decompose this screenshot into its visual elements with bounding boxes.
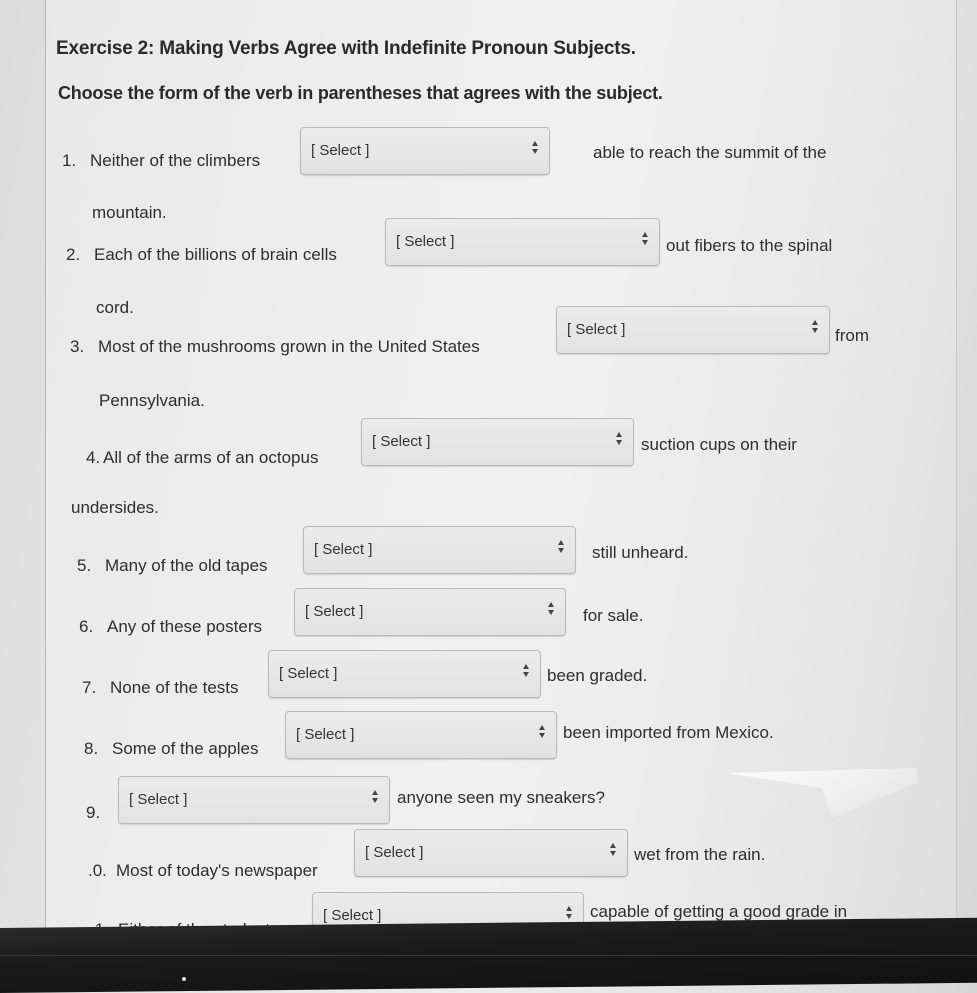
select-value: [ Select ] <box>311 142 370 159</box>
question-2-number: 2. <box>66 245 81 264</box>
question-3-text: Most of the mushrooms grown in the Unite… <box>98 337 480 356</box>
select-value: [ Select ] <box>296 726 355 743</box>
question-10-number: .0. <box>88 861 107 880</box>
question-8-text: Some of the apples <box>112 739 259 758</box>
question-1-text: Neither of the climbers <box>90 151 261 170</box>
question-4-after: suction cups on their <box>641 435 797 454</box>
question-3-number: 3. <box>70 337 85 356</box>
question-7-text: None of the tests <box>110 678 239 697</box>
select-arrows-icon <box>609 843 617 859</box>
select-value: [ Select ] <box>365 844 424 861</box>
question-10-after: wet from the rain. <box>634 845 766 864</box>
select-arrows-icon <box>522 664 530 680</box>
question-8-select[interactable]: [ Select ] <box>285 711 557 759</box>
select-value: [ Select ] <box>323 907 382 924</box>
question-3-select[interactable]: [ Select ] <box>556 306 830 354</box>
select-value: [ Select ] <box>129 791 188 808</box>
bezel-edge <box>0 955 977 956</box>
select-value: [ Select ] <box>567 321 626 338</box>
question-6-number: 6. <box>79 617 94 636</box>
select-value: [ Select ] <box>372 433 431 450</box>
question-5-number: 5. <box>77 556 92 575</box>
question-5-select[interactable]: [ Select ] <box>303 526 576 574</box>
question-1-number: 1. <box>62 151 77 170</box>
exercise-title: Exercise 2: Making Verbs Agree with Inde… <box>56 38 636 59</box>
select-arrows-icon <box>615 432 623 448</box>
question-10-select[interactable]: [ Select ] <box>354 829 628 877</box>
select-arrows-icon <box>371 790 379 806</box>
question-2-after: out fibers to the spinal <box>666 236 833 255</box>
question-3-after: from <box>835 326 869 345</box>
question-9-number: 9. <box>86 803 101 822</box>
question-5-after: still unheard. <box>592 543 689 562</box>
question-1-select[interactable]: [ Select ] <box>300 127 550 175</box>
question-4-text: All of the arms of an octopus <box>103 448 319 467</box>
power-led-icon <box>182 977 186 981</box>
question-8-after: been imported from Mexico. <box>563 723 774 742</box>
select-arrows-icon <box>565 906 573 922</box>
select-value: [ Select ] <box>305 603 364 620</box>
question-7-number: 7. <box>82 678 97 697</box>
question-1-after: able to reach the summit of the <box>593 143 827 162</box>
question-7-after: been graded. <box>547 666 648 685</box>
select-arrows-icon <box>538 725 546 741</box>
question-6-after: for sale. <box>583 606 644 625</box>
question-9-after: anyone seen my sneakers? <box>397 788 605 807</box>
question-2-text: Each of the billions of brain cells <box>94 245 337 264</box>
question-3-continuation: Pennsylvania. <box>99 391 205 410</box>
select-arrows-icon <box>547 602 555 618</box>
select-value: [ Select ] <box>279 665 338 682</box>
question-6-select[interactable]: [ Select ] <box>294 588 566 636</box>
select-value: [ Select ] <box>396 233 455 250</box>
question-4-number: 4. <box>86 448 101 467</box>
question-8-number: 8. <box>84 739 99 758</box>
select-arrows-icon <box>811 320 819 336</box>
question-4-select[interactable]: [ Select ] <box>361 418 634 466</box>
question-7-select[interactable]: [ Select ] <box>268 650 541 698</box>
question-2-select[interactable]: [ Select ] <box>385 218 660 266</box>
question-5-text: Many of the old tapes <box>105 556 268 575</box>
question-9-select[interactable]: [ Select ] <box>118 776 390 824</box>
question-4-continuation: undersides. <box>71 498 159 517</box>
question-2-continuation: cord. <box>96 298 134 317</box>
select-arrows-icon <box>641 232 649 248</box>
question-1-continuation: mountain. <box>92 203 167 222</box>
select-arrows-icon <box>557 540 565 556</box>
exercise-instructions: Choose the form of the verb in parenthes… <box>58 83 663 103</box>
question-10-text: Most of today's newspaper <box>116 861 318 880</box>
select-value: [ Select ] <box>314 541 373 558</box>
select-arrows-icon <box>531 141 539 157</box>
question-6-text: Any of these posters <box>107 617 262 636</box>
